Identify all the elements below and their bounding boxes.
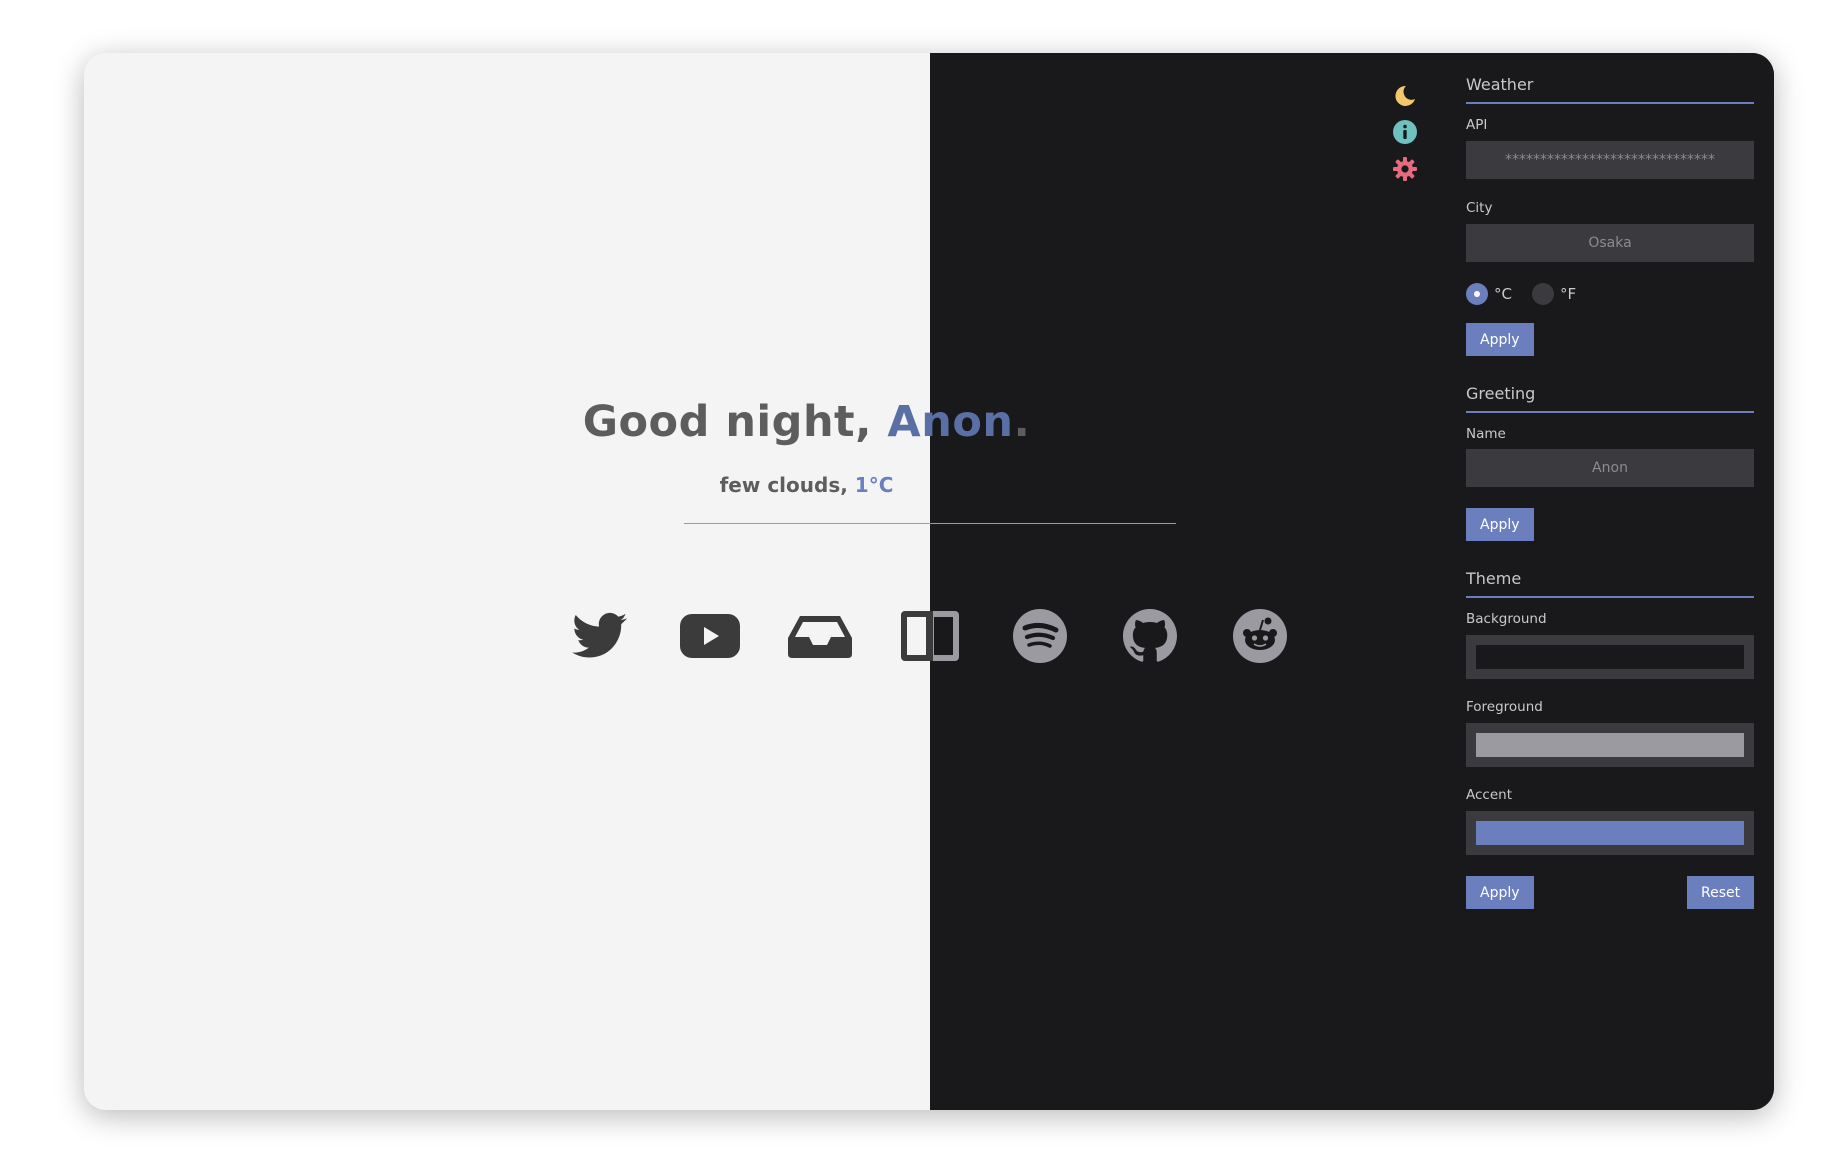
greeting-name: Anon (887, 397, 1014, 447)
quick-links (84, 606, 1529, 666)
weather-apply-button[interactable]: Apply (1466, 323, 1534, 356)
weather-description: few clouds, (719, 473, 855, 497)
celsius-label: °C (1494, 285, 1512, 303)
info-icon[interactable] (1390, 117, 1420, 147)
greeting-section-title: Greeting (1466, 384, 1754, 413)
github-icon[interactable] (1118, 606, 1182, 666)
name-input[interactable] (1466, 449, 1754, 487)
main-content: Good night, Anon. few clouds, 1°C (84, 53, 1529, 1110)
layout-icon[interactable] (898, 606, 962, 666)
twitter-icon[interactable] (568, 606, 632, 666)
spotify-icon[interactable] (1008, 606, 1072, 666)
app-window: Good night, Anon. few clouds, 1°C Weathe… (84, 53, 1774, 1110)
city-label: City (1466, 200, 1493, 216)
greeting-suffix: . (1013, 397, 1031, 447)
background-color-picker[interactable] (1466, 635, 1754, 679)
city-input[interactable] (1466, 224, 1754, 262)
reddit-icon[interactable] (1228, 606, 1292, 666)
fahrenheit-radio[interactable] (1531, 283, 1554, 305)
divider-line (684, 523, 1176, 524)
unit-radio-group: °C °F (1466, 281, 1596, 307)
name-label: Name (1466, 426, 1506, 442)
youtube-icon[interactable] (678, 606, 742, 666)
fahrenheit-label: °F (1559, 285, 1577, 303)
inbox-icon[interactable] (788, 606, 852, 666)
weather-summary: few clouds, 1°C (84, 473, 1529, 497)
theme-section-title: Theme (1466, 569, 1754, 598)
theme-apply-button[interactable]: Apply (1466, 876, 1534, 909)
greeting-apply-button[interactable]: Apply (1466, 508, 1534, 541)
weather-section-title: Weather (1466, 75, 1754, 104)
celsius-radio[interactable] (1466, 283, 1488, 305)
weather-temperature: 1°C (854, 473, 894, 497)
foreground-label: Foreground (1466, 699, 1543, 715)
accent-color-picker[interactable] (1466, 811, 1754, 855)
accent-label: Accent (1466, 787, 1512, 803)
foreground-color-swatch (1476, 733, 1744, 757)
api-label: API (1466, 117, 1488, 133)
background-label: Background (1466, 611, 1547, 627)
gear-icon[interactable] (1390, 154, 1420, 184)
theme-reset-button[interactable]: Reset (1687, 876, 1755, 909)
foreground-color-picker[interactable] (1466, 723, 1754, 767)
background-color-swatch (1476, 645, 1744, 669)
moon-icon[interactable] (1390, 81, 1420, 111)
accent-color-swatch (1476, 821, 1744, 845)
settings-panel: Weather API City °C °F Apply Greeting Na… (1444, 53, 1774, 1110)
greeting-prefix: Good night, (582, 397, 888, 447)
greeting-heading: Good night, Anon. (84, 397, 1529, 447)
api-key-input[interactable] (1466, 141, 1754, 179)
